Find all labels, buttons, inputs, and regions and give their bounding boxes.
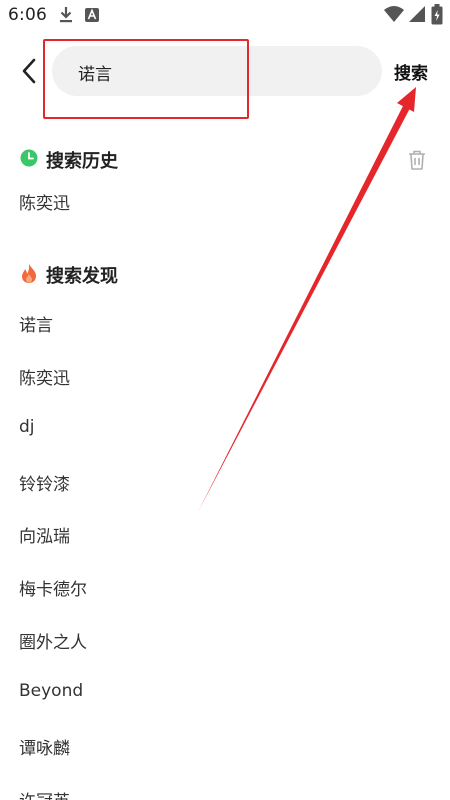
search-input[interactable]: 诺言 — [52, 46, 382, 96]
discover-item[interactable]: Beyond — [19, 681, 83, 701]
discover-item[interactable]: 陈奕迅 — [19, 364, 70, 389]
chevron-left-icon — [22, 58, 36, 84]
discover-item[interactable]: dj — [19, 417, 35, 437]
clock-icon — [20, 149, 38, 171]
clear-history-button[interactable] — [405, 148, 429, 172]
annotation-arrow — [198, 87, 416, 512]
search-history-title: 搜索历史 — [46, 151, 118, 172]
status-bar: 6:06 — [0, 0, 450, 32]
discover-item[interactable]: 诺言 — [19, 311, 53, 336]
discover-item[interactable]: 向泓瑞 — [19, 522, 70, 547]
discover-item[interactable]: 许冠英 — [19, 787, 70, 800]
signal-icon — [408, 5, 426, 27]
discover-item[interactable]: 谭咏麟 — [19, 734, 70, 759]
search-input-value: 诺言 — [78, 65, 112, 85]
discover-item[interactable]: 铃铃漆 — [19, 470, 70, 495]
search-history-header: 搜索历史 — [20, 147, 118, 173]
search-discover-title: 搜索发现 — [46, 266, 118, 287]
download-icon — [58, 6, 74, 28]
history-item[interactable]: 陈奕迅 — [19, 189, 70, 214]
discover-item[interactable]: 圈外之人 — [19, 628, 87, 653]
battery-icon — [431, 4, 443, 29]
search-discover-header: 搜索发现 — [20, 262, 118, 288]
wifi-icon — [383, 5, 405, 27]
app-notification-icon — [84, 6, 100, 28]
status-time: 6:06 — [8, 5, 47, 25]
back-button[interactable] — [14, 54, 44, 88]
search-button[interactable]: 搜索 — [394, 59, 428, 84]
trash-icon — [409, 150, 425, 170]
discover-item[interactable]: 梅卡德尔 — [19, 575, 87, 600]
flame-icon — [20, 262, 38, 288]
screen: 6:06 诺言 搜索 搜索历史 陈奕迅 搜索发现 诺言 陈奕迅 dj 铃铃漆 向… — [0, 0, 450, 800]
